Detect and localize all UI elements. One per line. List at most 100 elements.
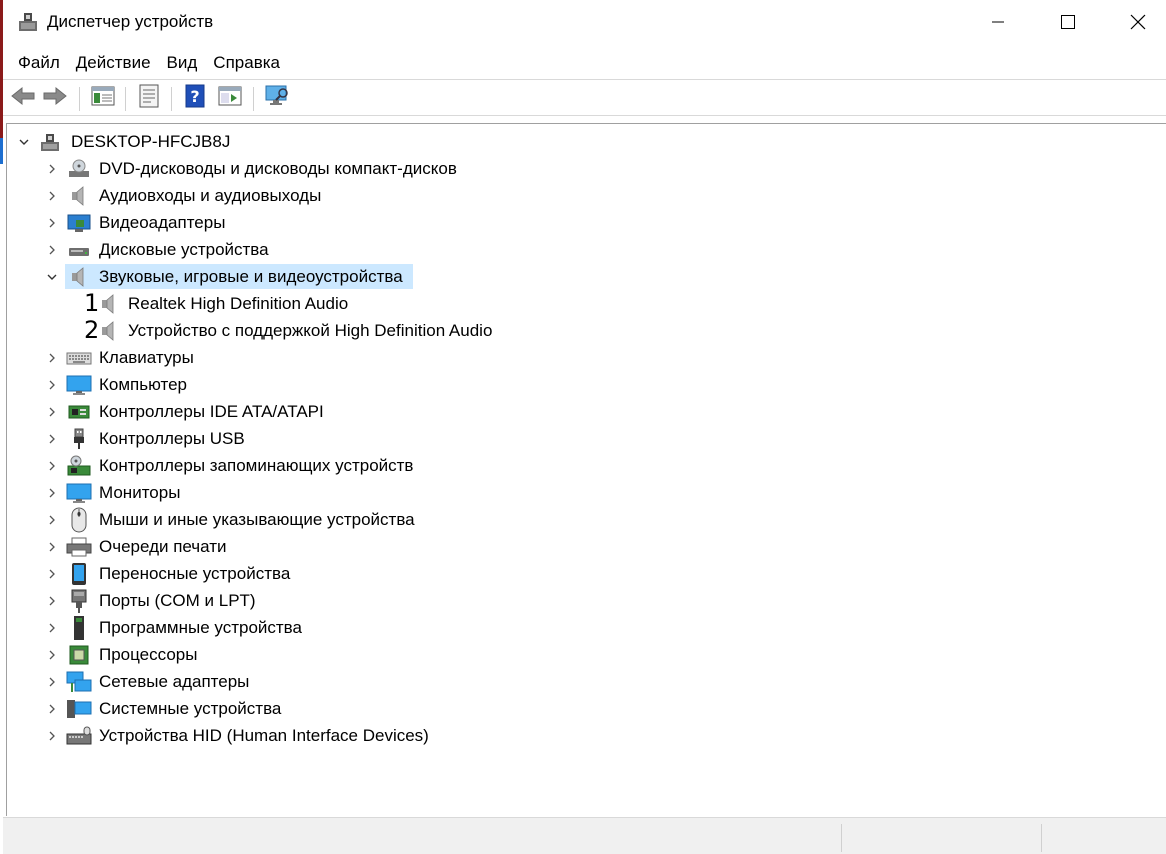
device-manager-window: Диспетчер устройств Файл Действие Вид Сп… xyxy=(0,0,1166,854)
show-hide-tree-button[interactable] xyxy=(89,84,117,112)
portable-device-icon xyxy=(66,562,92,586)
help-icon: ? xyxy=(185,84,205,113)
minimize-button[interactable] xyxy=(963,0,1033,44)
menu-file[interactable]: Файл xyxy=(10,48,68,78)
window-title: Диспетчер устройств xyxy=(47,12,214,31)
chevron-right-icon[interactable] xyxy=(45,486,59,500)
tree-category-row[interactable]: Контроллеры USB xyxy=(7,425,907,452)
computer-root-icon xyxy=(37,130,63,154)
properties-icon xyxy=(138,84,160,113)
chevron-right-icon[interactable] xyxy=(45,702,59,716)
tree-category-row[interactable]: Системные устройства xyxy=(7,695,907,722)
toolbar-divider xyxy=(79,87,80,111)
chevron-right-icon[interactable] xyxy=(45,513,59,527)
tree-category-row[interactable]: Контроллеры IDE ATA/ATAPI xyxy=(7,398,907,425)
close-button[interactable] xyxy=(1103,0,1166,44)
tree-category-row[interactable]: Программные устройства xyxy=(7,614,907,641)
storage-controller-icon xyxy=(66,454,92,478)
back-arrow-icon xyxy=(10,86,36,111)
tree-category-row[interactable]: DVD-дисководы и дисководы компакт-дисков xyxy=(7,155,907,182)
chevron-right-icon[interactable] xyxy=(45,648,59,662)
tree-category-row[interactable]: Устройства HID (Human Interface Devices) xyxy=(7,722,907,749)
chevron-right-icon[interactable] xyxy=(45,351,59,365)
tree-category-row[interactable]: Мыши и иные указывающие устройства xyxy=(7,506,907,533)
printer-icon xyxy=(66,535,92,559)
tree-device-label: Устройство с поддержкой High Definition … xyxy=(128,321,493,340)
show-hide-tree-icon xyxy=(91,85,115,112)
port-icon xyxy=(66,589,92,613)
left-edge-accent-blue xyxy=(0,138,3,164)
tree-category-row[interactable]: Сетевые адаптеры xyxy=(7,668,907,695)
svg-text:?: ? xyxy=(190,87,199,106)
toolbar-separator xyxy=(3,115,1166,116)
chevron-right-icon[interactable] xyxy=(45,243,59,257)
tree-category-row[interactable]: Переносные устройства xyxy=(7,560,907,587)
chevron-down-icon[interactable] xyxy=(45,270,59,284)
tree-category-label: Аудиовходы и аудиовыходы xyxy=(99,186,322,205)
chevron-right-icon[interactable] xyxy=(45,189,59,203)
chevron-right-icon[interactable] xyxy=(45,162,59,176)
tree-category-label: Компьютер xyxy=(99,375,187,394)
tree-category-label: Сетевые адаптеры xyxy=(99,672,250,691)
tree-category-row[interactable]: Видеоадаптеры xyxy=(7,209,907,236)
tree-category-row[interactable]: Клавиатуры xyxy=(7,344,907,371)
properties-button[interactable] xyxy=(135,84,163,112)
chevron-right-icon[interactable] xyxy=(45,216,59,230)
software-device-icon xyxy=(66,615,92,640)
menu-view[interactable]: Вид xyxy=(159,48,206,78)
chevron-right-icon[interactable] xyxy=(45,621,59,635)
menu-action[interactable]: Действие xyxy=(68,48,159,78)
tree-category-row[interactable]: Процессоры xyxy=(7,641,907,668)
chevron-right-icon[interactable] xyxy=(45,540,59,554)
tree-category-row[interactable]: Аудиовходы и аудиовыходы xyxy=(7,182,907,209)
monitor-icon xyxy=(66,481,92,505)
chevron-right-icon[interactable] xyxy=(45,378,59,392)
title-bar[interactable]: Диспетчер устройств xyxy=(3,0,1166,44)
tree-category-row[interactable]: Порты (COM и LPT) xyxy=(7,587,907,614)
tree-category-row[interactable]: Дисковые устройства xyxy=(7,236,907,263)
maximize-button[interactable] xyxy=(1033,0,1103,44)
tree-category-label: Порты (COM и LPT) xyxy=(99,591,256,610)
chevron-down-icon[interactable] xyxy=(17,135,31,149)
tree-category-label: Контроллеры запоминающих устройств xyxy=(99,456,414,475)
tree-category-row[interactable]: Звуковые, игровые и видеоустройства xyxy=(7,263,907,290)
system-device-icon xyxy=(66,697,92,721)
tree-device-row[interactable]: 1 Realtek High Definition Audio xyxy=(7,290,907,317)
scan-hardware-icon xyxy=(264,84,290,113)
tree-device-row[interactable]: 2 Устройство с поддержкой High Definition… xyxy=(7,317,907,344)
back-button[interactable] xyxy=(9,84,37,112)
device-tree[interactable]: DESKTOP-HFCJB8J DVD-дисководы и дисковод… xyxy=(6,123,1166,816)
menu-help[interactable]: Справка xyxy=(205,48,288,78)
usb-icon xyxy=(66,427,92,451)
chevron-right-icon[interactable] xyxy=(45,675,59,689)
show-view-button[interactable] xyxy=(216,84,244,112)
tree-category-label: Устройства HID (Human Interface Devices) xyxy=(99,726,429,745)
tree-root[interactable]: DESKTOP-HFCJB8J xyxy=(7,128,407,155)
tree-category-row[interactable]: Мониторы xyxy=(7,479,907,506)
speaker-icon xyxy=(66,265,92,289)
help-button[interactable]: ? xyxy=(181,84,209,112)
disk-drive-icon xyxy=(66,238,92,262)
tree-category-label: Контроллеры USB xyxy=(99,429,245,448)
menu-separator xyxy=(3,79,1166,80)
chevron-right-icon[interactable] xyxy=(45,567,59,581)
tree-category-label: Видеоадаптеры xyxy=(99,213,226,232)
toolbar-divider xyxy=(125,87,126,111)
chevron-right-icon[interactable] xyxy=(45,405,59,419)
network-adapter-icon xyxy=(66,670,92,694)
chevron-right-icon[interactable] xyxy=(45,432,59,446)
chevron-right-icon[interactable] xyxy=(45,729,59,743)
tree-category-label: Дисковые устройства xyxy=(99,240,269,259)
tree-category-label: Звуковые, игровые и видеоустройства xyxy=(99,267,403,286)
tree-category-label: Мониторы xyxy=(99,483,181,502)
tree-category-row[interactable]: Очереди печати xyxy=(7,533,907,560)
forward-button[interactable] xyxy=(41,84,69,112)
chevron-right-icon[interactable] xyxy=(45,594,59,608)
ide-controller-icon xyxy=(66,400,92,424)
menu-bar: Файл Действие Вид Справка xyxy=(3,48,1166,78)
tree-category-row[interactable]: Компьютер xyxy=(7,371,907,398)
tree-category-row[interactable]: Контроллеры запоминающих устройств xyxy=(7,452,907,479)
processor-icon xyxy=(66,643,92,667)
chevron-right-icon[interactable] xyxy=(45,459,59,473)
scan-hardware-button[interactable] xyxy=(263,84,291,112)
